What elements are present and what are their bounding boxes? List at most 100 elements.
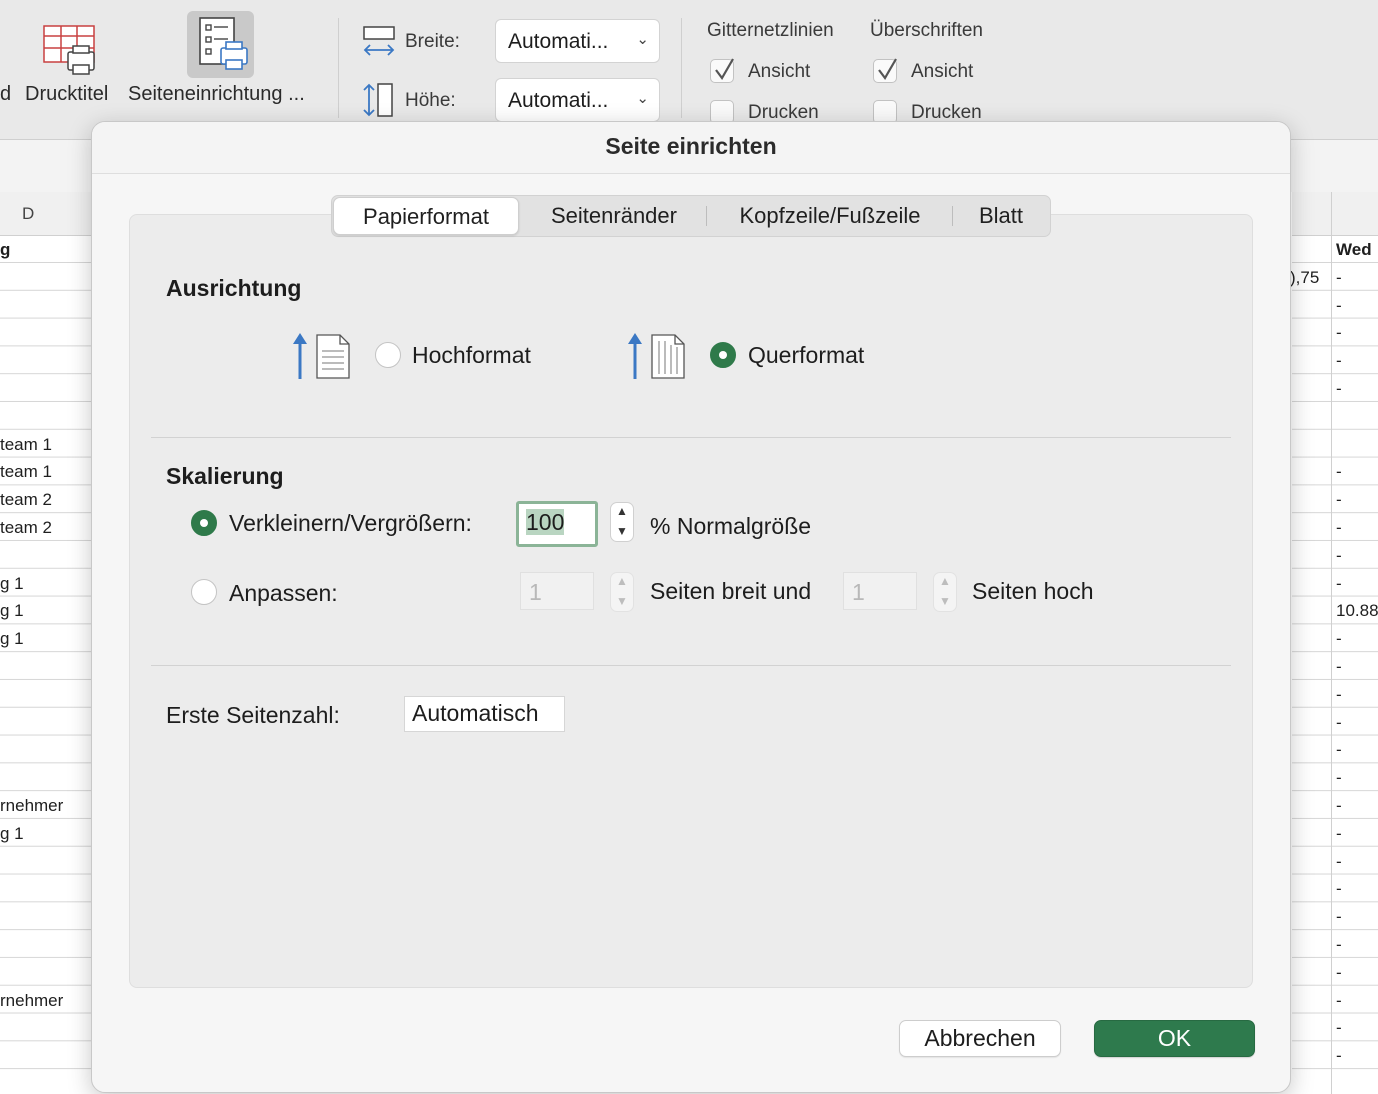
fit-pages-tall-value: 1	[852, 579, 865, 605]
fit-pages-wide-input[interactable]: 1	[520, 572, 594, 610]
fit-pages-wide-value: 1	[529, 579, 542, 605]
sheet-cell[interactable]: g 1	[0, 824, 24, 844]
sheet-cell[interactable]: g 1	[0, 601, 24, 621]
sheet-cell[interactable]: team 1	[0, 435, 52, 455]
sheet-cell[interactable]: -	[1336, 935, 1342, 955]
ribbon-separator	[681, 18, 682, 118]
height-select[interactable]: Automati... ⌄	[495, 78, 660, 122]
first-page-number-input[interactable]: Automatisch	[404, 696, 565, 732]
tab-separator	[952, 206, 953, 226]
gridlines-title: Gitternetzlinien	[707, 20, 834, 41]
adjust-label[interactable]: Verkleinern/Vergrößern:	[229, 510, 472, 537]
tab-sheet[interactable]: Blatt	[954, 196, 1048, 236]
page-setup-label: Seiteneinrichtung ...	[128, 83, 305, 105]
ribbon-cut-label: d	[0, 83, 12, 105]
print-titles-label: Drucktitel	[25, 83, 109, 105]
cancel-button[interactable]: Abbrechen	[899, 1020, 1061, 1057]
tab-header-footer[interactable]: Kopfzeile/Fußzeile	[708, 196, 952, 236]
sheet-cell[interactable]: -	[1336, 462, 1342, 482]
stepper-down-icon[interactable]: ▼	[616, 524, 628, 538]
sheet-cell[interactable]: -	[1336, 713, 1342, 733]
width-icon	[363, 26, 395, 56]
fit-label[interactable]: Anpassen:	[229, 580, 338, 607]
section-divider	[151, 665, 1231, 666]
sheet-cell[interactable]: -	[1336, 518, 1342, 538]
sheet-cell[interactable]: -	[1336, 879, 1342, 899]
headings-view-checkbox[interactable]	[873, 58, 897, 83]
sheet-cell[interactable]: -	[1336, 991, 1342, 1011]
sheet-cell[interactable]: 10.88	[1336, 601, 1378, 621]
scaling-title: Skalierung	[166, 463, 284, 489]
ribbon-separator	[338, 18, 339, 118]
width-select[interactable]: Automati... ⌄	[495, 19, 660, 63]
fit-pages-tall-input[interactable]: 1	[843, 572, 917, 610]
fit-pages-tall-stepper[interactable]: ▲ ▼	[933, 572, 957, 612]
sheet-cell[interactable]: -	[1336, 546, 1342, 566]
tab-margins[interactable]: Seitenränder	[521, 196, 707, 236]
checkmark-icon	[878, 58, 897, 80]
header-cell-right[interactable]: Wed	[1336, 240, 1372, 260]
landscape-radio[interactable]	[710, 342, 736, 368]
gridlines-view-checkbox[interactable]	[710, 58, 734, 83]
sheet-cell[interactable]: -	[1336, 740, 1342, 760]
sheet-cell[interactable]: -	[1336, 907, 1342, 927]
portrait-radio[interactable]	[375, 342, 401, 368]
tab-separator	[706, 206, 707, 226]
first-page-number-label: Erste Seitenzahl:	[166, 702, 340, 728]
scale-percent-input[interactable]: 100	[516, 501, 598, 547]
column-header-d[interactable]: D	[0, 192, 92, 236]
stepper-up-icon[interactable]: ▲	[616, 504, 628, 518]
print-titles-button[interactable]: Drucktitel	[24, 14, 116, 110]
column-letter: D	[22, 204, 35, 223]
scale-percent-suffix: % Normalgröße	[650, 513, 812, 539]
sheet-cell[interactable]: g 1	[0, 574, 24, 594]
sheet-grid-left[interactable]	[0, 236, 92, 1094]
fit-pages-wide-stepper[interactable]: ▲ ▼	[610, 572, 634, 612]
sheet-cell[interactable]: -	[1336, 768, 1342, 788]
sheet-cell[interactable]: rnehmer	[0, 796, 63, 816]
sheet-cell[interactable]: -	[1336, 379, 1342, 399]
adjust-radio[interactable]	[191, 510, 217, 536]
column-header-right[interactable]	[1292, 192, 1378, 236]
sheet-cell[interactable]: -	[1336, 268, 1342, 288]
portrait-label[interactable]: Hochformat	[412, 342, 531, 369]
stepper-down-icon[interactable]: ▼	[939, 594, 951, 608]
cell-value[interactable]: ),75	[1290, 268, 1319, 288]
sheet-cell[interactable]: team 2	[0, 518, 52, 538]
sheet-cell[interactable]: rnehmer	[0, 991, 63, 1011]
tab-paper-format[interactable]: Papierformat	[333, 197, 519, 235]
dialog-title-bar[interactable]: Seite einrichten	[92, 122, 1290, 174]
sheet-cell[interactable]: team 1	[0, 462, 52, 482]
ribbon: d Drucktitel Seiteneinrichtung ... Breit…	[0, 0, 1378, 140]
sheet-cell[interactable]: -	[1336, 323, 1342, 343]
sheet-cell[interactable]: -	[1336, 574, 1342, 594]
stepper-up-icon[interactable]: ▲	[939, 574, 951, 588]
ok-button[interactable]: OK	[1094, 1020, 1255, 1057]
sheet-cell[interactable]: -	[1336, 1046, 1342, 1066]
sheet-cell[interactable]: team 2	[0, 490, 52, 510]
section-divider	[151, 437, 1231, 438]
headings-view-label: Ansicht	[911, 61, 974, 82]
sheet-grid-right[interactable]	[1292, 236, 1378, 1094]
landscape-page-icon	[628, 333, 685, 379]
sheet-cell[interactable]: -	[1336, 657, 1342, 677]
sheet-cell[interactable]: -	[1336, 852, 1342, 872]
sheet-cell[interactable]: -	[1336, 490, 1342, 510]
landscape-label[interactable]: Querformat	[748, 342, 864, 369]
scale-percent-stepper[interactable]: ▲ ▼	[610, 502, 634, 542]
header-cell-left[interactable]: g	[0, 240, 10, 260]
sheet-cell[interactable]: -	[1336, 824, 1342, 844]
stepper-up-icon[interactable]: ▲	[616, 574, 628, 588]
gridlines-view-label: Ansicht	[748, 61, 811, 82]
fit-radio[interactable]	[191, 579, 217, 605]
stepper-down-icon[interactable]: ▼	[616, 594, 628, 608]
sheet-cell[interactable]: g 1	[0, 629, 24, 649]
sheet-cell[interactable]: -	[1336, 629, 1342, 649]
sheet-cell[interactable]: -	[1336, 1018, 1342, 1038]
checkmark-icon	[715, 58, 734, 80]
sheet-cell[interactable]: -	[1336, 296, 1342, 316]
sheet-cell[interactable]: -	[1336, 963, 1342, 983]
sheet-cell[interactable]: -	[1336, 685, 1342, 705]
sheet-cell[interactable]: -	[1336, 351, 1342, 371]
sheet-cell[interactable]: -	[1336, 796, 1342, 816]
